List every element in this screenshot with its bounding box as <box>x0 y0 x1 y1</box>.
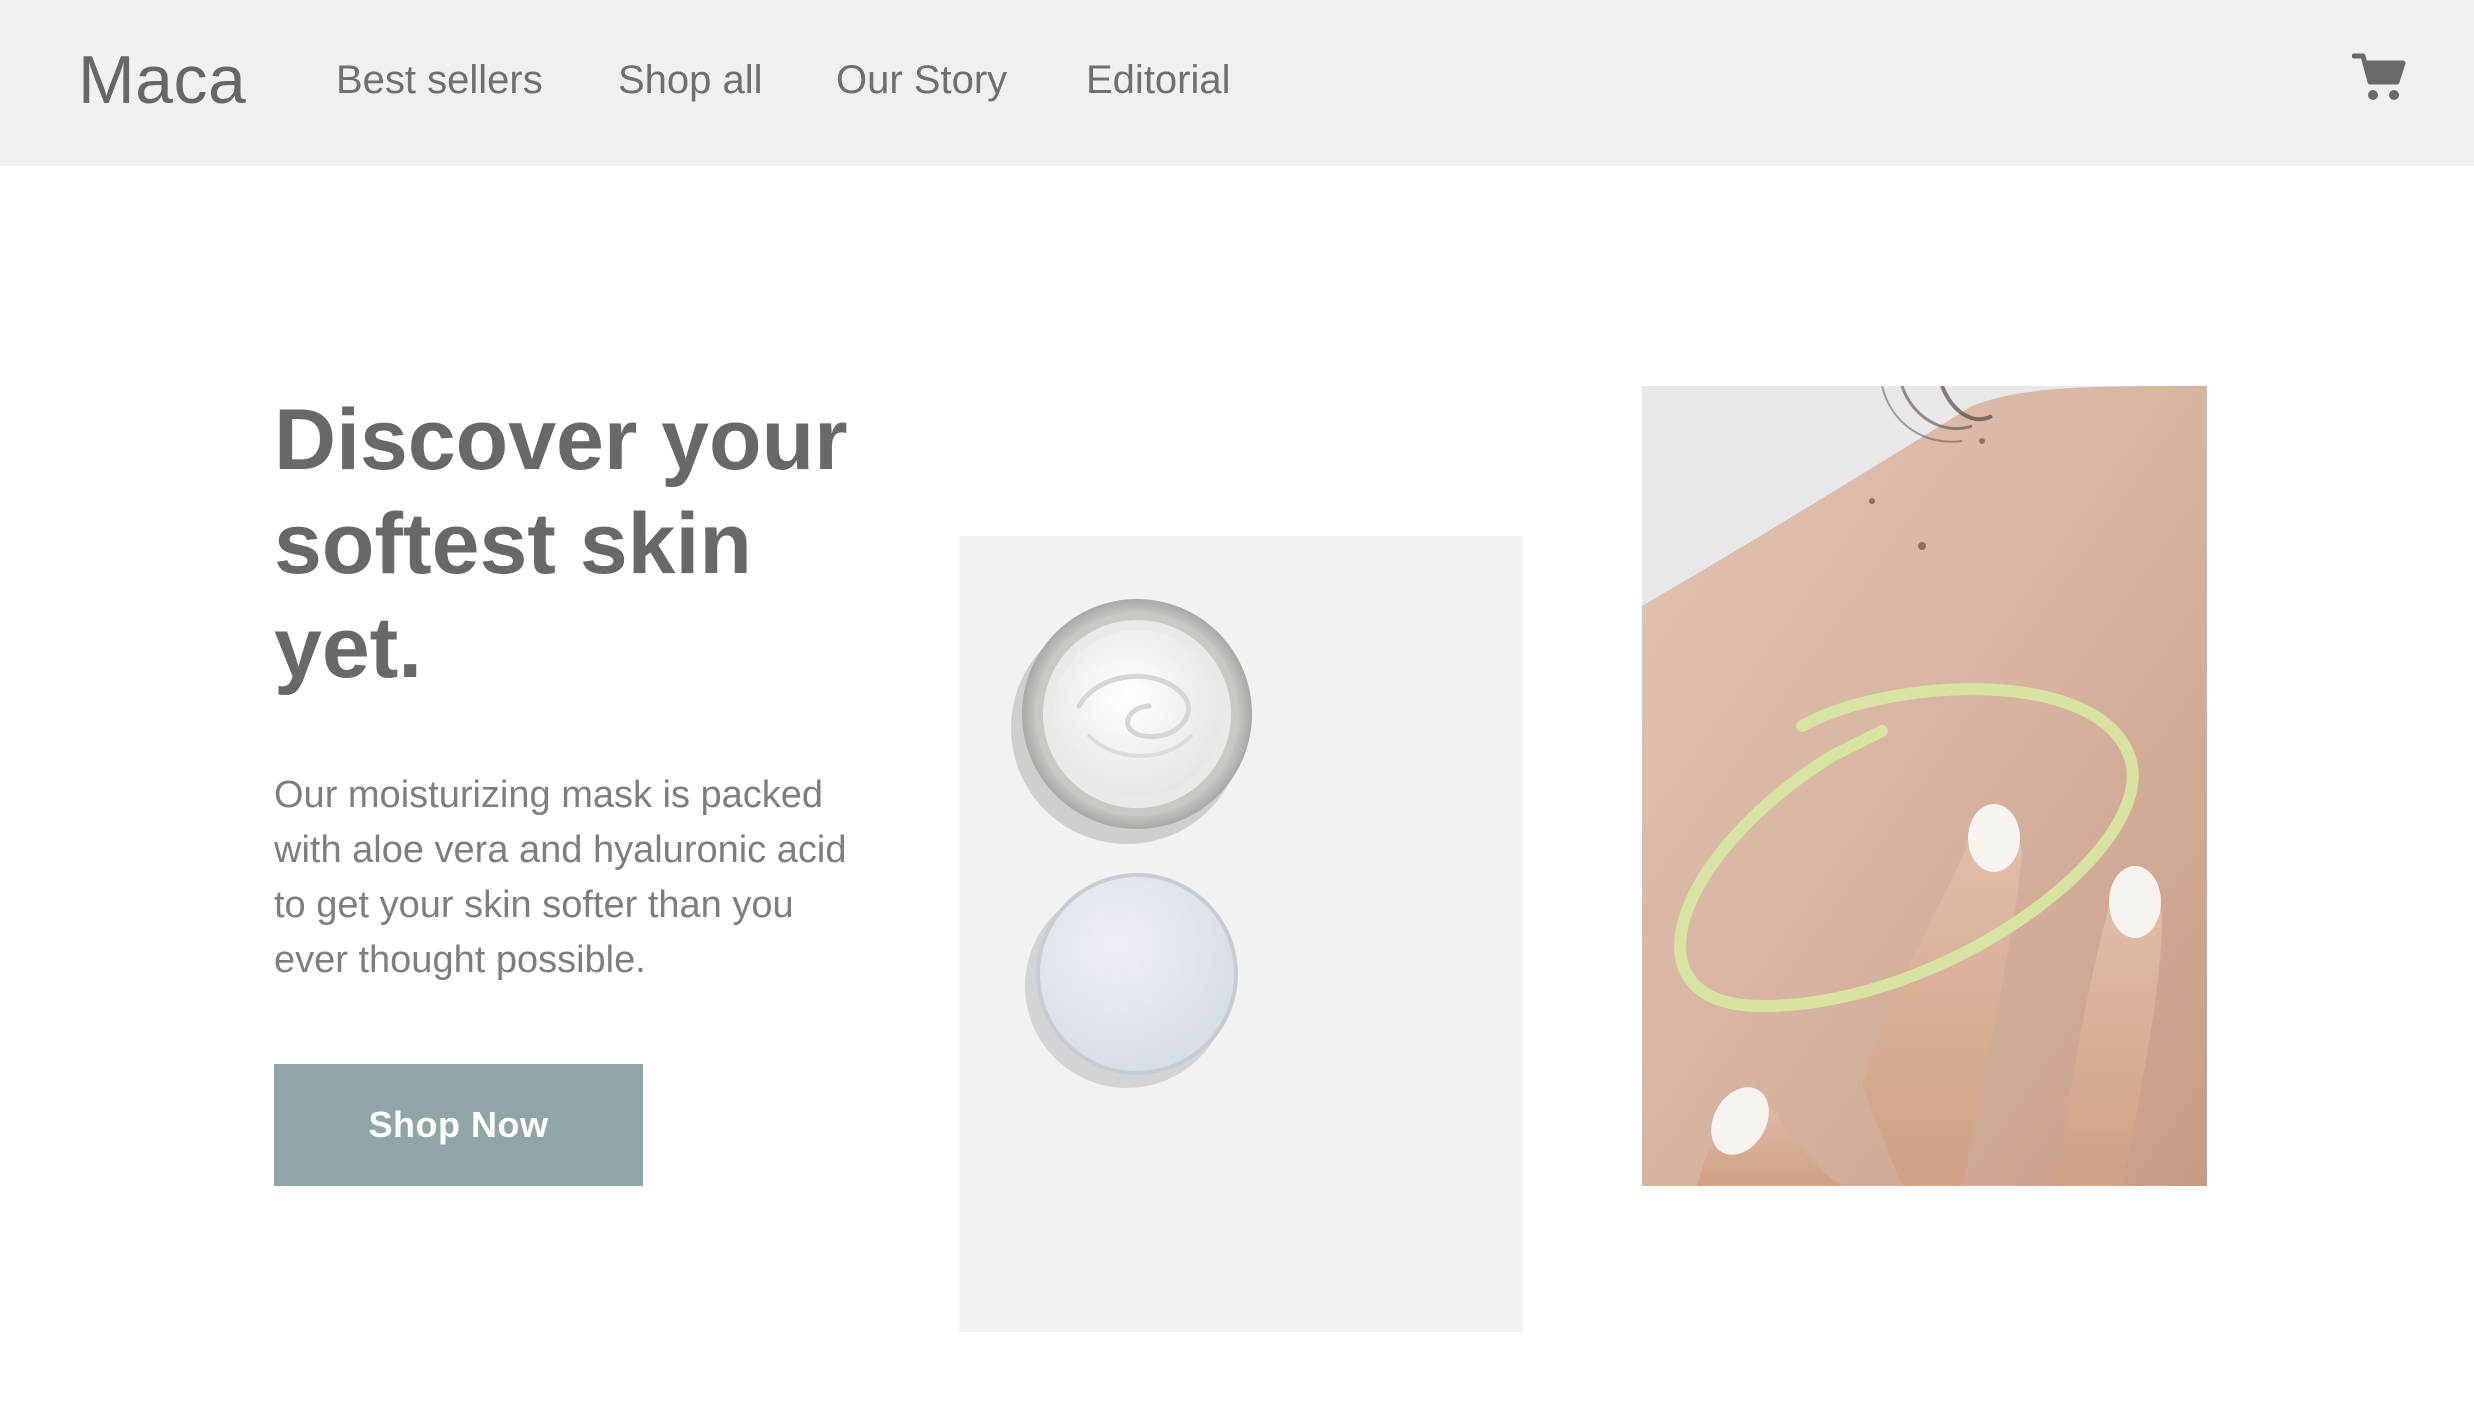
product-jar-illustration <box>1011 599 1252 1088</box>
cart-glyph <box>2351 53 2406 100</box>
shopping-cart-icon[interactable] <box>2351 52 2406 104</box>
shop-now-button[interactable]: Shop Now <box>274 1064 643 1186</box>
nav-link-our-story[interactable]: Our Story <box>836 54 1007 106</box>
brand-logo[interactable]: Maca <box>78 38 246 122</box>
hero-headline: Discover your softest skin yet. <box>274 392 848 696</box>
nav-link-shop-all[interactable]: Shop all <box>618 54 763 106</box>
nav-link-editorial[interactable]: Editorial <box>1086 54 1231 106</box>
hero-description: Our moisturizing mask is packed with alo… <box>274 774 847 981</box>
site-header: Maca Best sellers Shop all Our Story Edi… <box>0 0 2474 166</box>
nav-link-best-sellers[interactable]: Best sellers <box>336 54 543 106</box>
model-shoulder-illustration <box>1642 386 2207 1186</box>
model-image <box>1642 386 2207 1186</box>
product-image <box>959 536 1523 1332</box>
